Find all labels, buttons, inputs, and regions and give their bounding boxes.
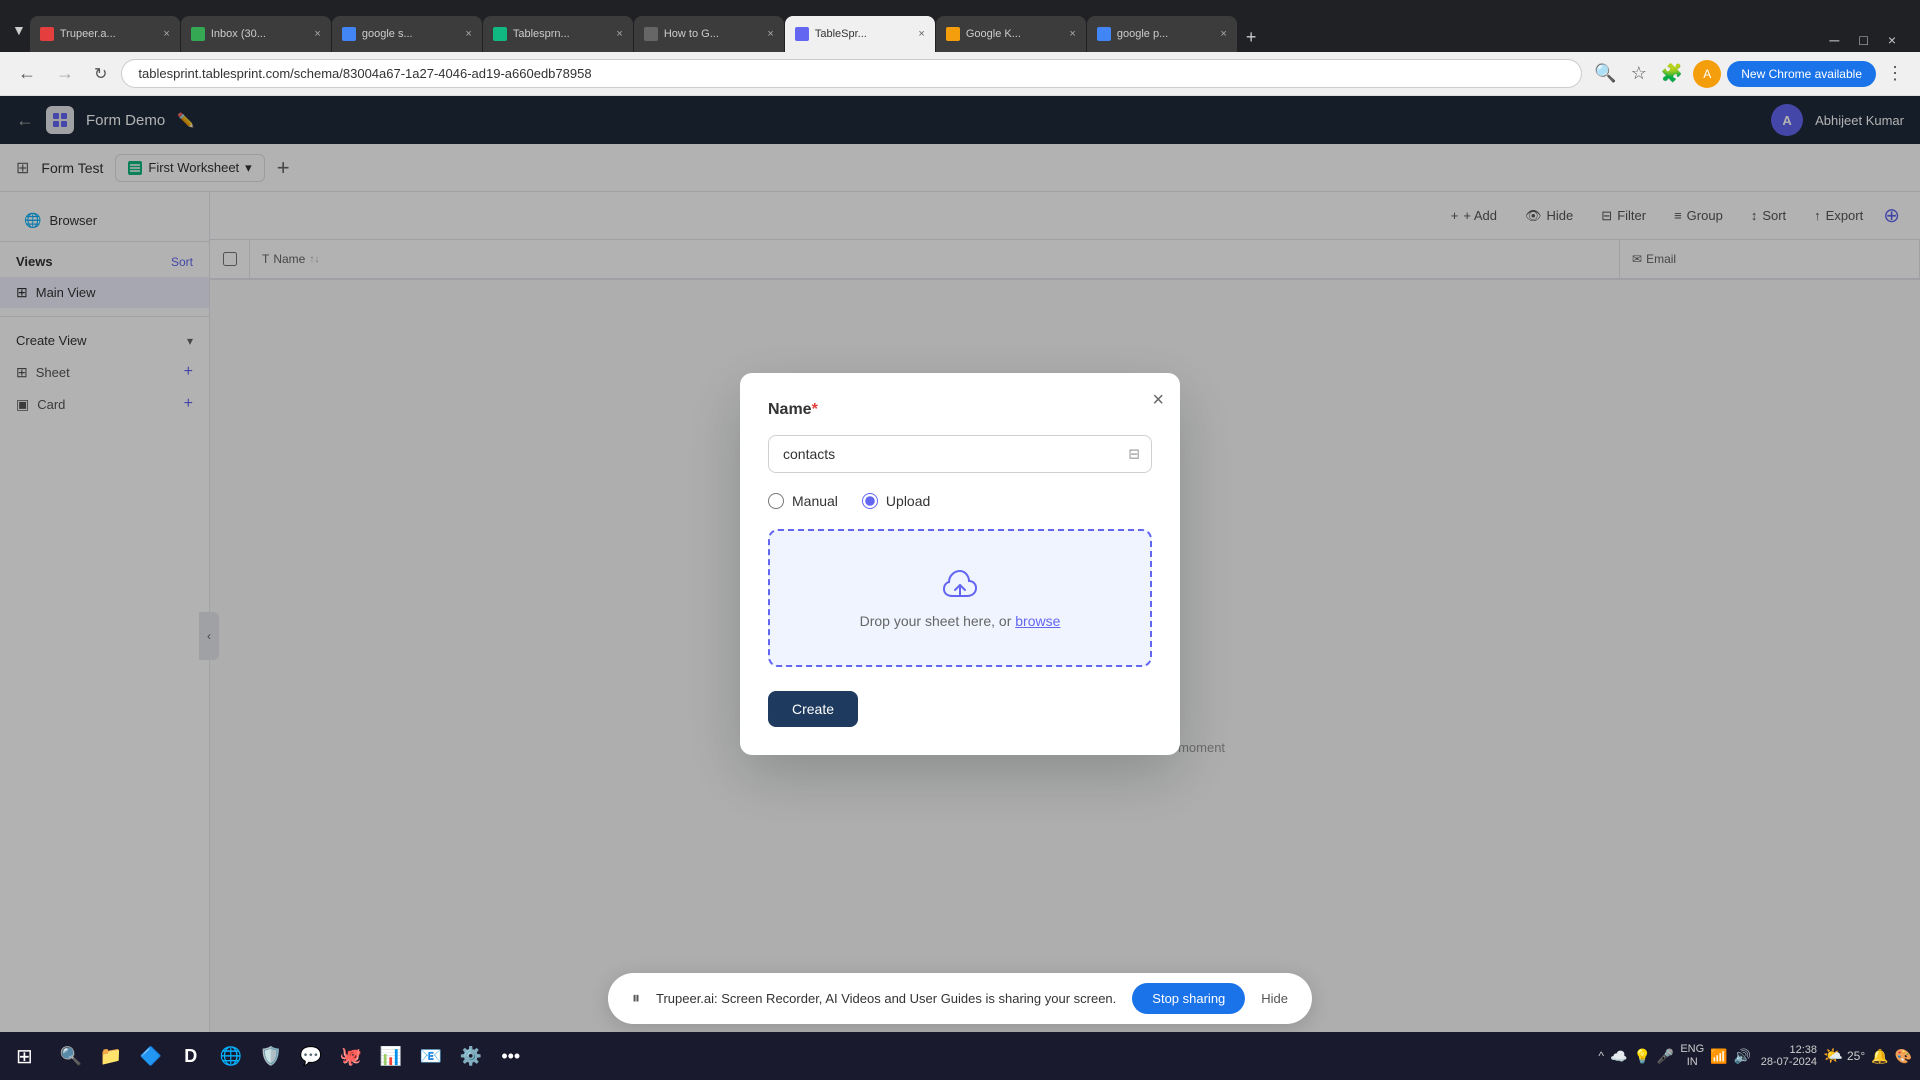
modal-title: Name* <box>768 401 1152 419</box>
required-marker: * <box>812 401 818 418</box>
new-tab-button[interactable]: + <box>1238 23 1265 52</box>
system-tray: ^ ☁️ 💡 🎤 ENG IN 📶 🔊 12:38 28-07-2024 🌤️ … <box>1598 1043 1912 1069</box>
taskbar-apps: 🔍 📁 🔷 D 🌐 🛡️ 💬 🐙 📊 📧 ⚙️ ••• <box>45 1038 1595 1074</box>
notification-icon[interactable]: 🔔 <box>1871 1048 1888 1065</box>
input-clear-icon[interactable]: ⊟ <box>1128 446 1140 463</box>
name-input-wrapper: ⊟ <box>768 435 1152 473</box>
browser-tab-2[interactable]: Inbox (30... × <box>181 16 331 52</box>
maximize-button[interactable]: □ <box>1851 28 1875 52</box>
profile-avatar-browser[interactable]: A <box>1693 60 1721 88</box>
browser-tab-5[interactable]: How to G... × <box>634 16 784 52</box>
github-button[interactable]: 🐙 <box>333 1038 369 1074</box>
extensions-button[interactable]: 🧩 <box>1657 59 1687 88</box>
url-text: tablesprint.tablesprint.com/schema/83004… <box>138 66 1565 81</box>
browse-link[interactable]: browse <box>1015 613 1060 629</box>
color-picker-icon[interactable]: 🎨 <box>1895 1048 1912 1065</box>
chrome-update-button[interactable]: New Chrome available <box>1727 61 1876 87</box>
screen-share-bar: ⏸ Trupeer.ai: Screen Recorder, AI Videos… <box>608 973 1312 1024</box>
manual-radio-label[interactable]: Manual <box>768 493 838 509</box>
browser-tab-1[interactable]: Trupeer.a... × <box>30 16 180 52</box>
file-drop-zone[interactable]: Drop your sheet here, or browse <box>768 529 1152 667</box>
dell-button[interactable]: D <box>173 1038 209 1074</box>
screen-share-text: Trupeer.ai: Screen Recorder, AI Videos a… <box>656 991 1116 1006</box>
manual-radio-input[interactable] <box>768 493 784 509</box>
network-icon[interactable]: 📶 <box>1710 1048 1727 1065</box>
language-indicator: ENG IN <box>1680 1043 1704 1069</box>
minimize-button[interactable]: ─ <box>1821 28 1847 52</box>
window-controls: ─ □ × <box>1813 28 1912 52</box>
browser-tab-3[interactable]: google s... × <box>332 16 482 52</box>
chat-button[interactable]: 💬 <box>293 1038 329 1074</box>
tab-dropdown[interactable]: ▼ <box>8 18 30 42</box>
browser-tab-6-active[interactable]: TableSpr... × <box>785 16 935 52</box>
system-icon-cloud[interactable]: ☁️ <box>1610 1048 1627 1065</box>
hide-sharing-bar-button[interactable]: Hide <box>1261 991 1288 1006</box>
search-icon-button[interactable]: 🔍 <box>1590 59 1620 88</box>
drop-zone-text: Drop your sheet here, or browse <box>860 613 1061 629</box>
upload-radio-text: Upload <box>886 493 930 509</box>
url-bar[interactable]: tablesprint.tablesprint.com/schema/83004… <box>121 59 1582 88</box>
time-display: 12:38 <box>1790 1044 1818 1056</box>
weather-temp: 25° <box>1847 1049 1865 1063</box>
refresh-button[interactable]: ↻ <box>88 60 113 88</box>
search-taskbar-button[interactable]: 🔍 <box>53 1038 89 1074</box>
close-button[interactable]: × <box>1880 28 1904 52</box>
name-input-field[interactable] <box>768 435 1152 473</box>
address-bar: ← → ↻ tablesprint.tablesprint.com/schema… <box>0 52 1920 96</box>
system-icon-mic[interactable]: 🎤 <box>1657 1048 1674 1065</box>
windows-start-button[interactable]: ⊞ <box>8 1040 41 1073</box>
bookmark-button[interactable]: ☆ <box>1627 59 1651 88</box>
pause-recording-icon[interactable]: ⏸ <box>632 990 640 1008</box>
more-apps-button[interactable]: ••• <box>493 1038 529 1074</box>
browser-tab-4[interactable]: Tablesprn... × <box>483 16 633 52</box>
upload-radio-label[interactable]: Upload <box>862 493 930 509</box>
system-icon-help[interactable]: 💡 <box>1633 1048 1650 1065</box>
stop-sharing-button[interactable]: Stop sharing <box>1132 983 1245 1014</box>
browser-chrome: ▼ Trupeer.a... × Inbox (30... × google s… <box>0 0 1920 52</box>
edge-browser-button[interactable]: 🔷 <box>133 1038 169 1074</box>
modal-close-button[interactable]: × <box>1152 389 1164 412</box>
browser-tab-8[interactable]: google p... × <box>1087 16 1237 52</box>
modal-title-text: Name <box>768 401 812 418</box>
manual-radio-text: Manual <box>792 493 838 509</box>
browser-tab-7[interactable]: Google K... × <box>936 16 1086 52</box>
tray-expand-button[interactable]: ^ <box>1598 1049 1604 1063</box>
more-menu-button[interactable]: ⋮ <box>1882 59 1908 88</box>
settings-button[interactable]: ⚙️ <box>453 1038 489 1074</box>
tab-strip: Trupeer.a... × Inbox (30... × google s..… <box>30 0 1814 52</box>
chrome-taskbar-button[interactable]: 🌐 <box>213 1038 249 1074</box>
modal-dialog: × Name* ⊟ Manual Upload <box>740 373 1180 755</box>
weather-icon: 🌤️ <box>1823 1046 1843 1066</box>
clock-display[interactable]: 12:38 28-07-2024 <box>1757 1044 1817 1068</box>
date-display: 28-07-2024 <box>1761 1056 1817 1068</box>
back-nav-button[interactable]: ← <box>12 59 42 88</box>
toolbar-icons: 🔍 ☆ 🧩 A New Chrome available ⋮ <box>1590 59 1908 88</box>
outlook-button[interactable]: 📧 <box>413 1038 449 1074</box>
upload-cloud-icon <box>940 567 980 603</box>
modal-create-button[interactable]: Create <box>768 691 858 727</box>
weather-widget[interactable]: 🌤️ 25° <box>1823 1046 1865 1066</box>
upload-radio-input[interactable] <box>862 493 878 509</box>
taskbar: ⊞ 🔍 📁 🔷 D 🌐 🛡️ 💬 🐙 📊 📧 ⚙️ ••• ^ ☁️ 💡 🎤 E… <box>0 1032 1920 1080</box>
file-explorer-button[interactable]: 📁 <box>93 1038 129 1074</box>
spreadsheet-button[interactable]: 📊 <box>373 1038 409 1074</box>
forward-nav-button[interactable]: → <box>50 59 80 88</box>
radio-group: Manual Upload <box>768 493 1152 509</box>
volume-icon[interactable]: 🔊 <box>1734 1048 1751 1065</box>
modal-overlay: × Name* ⊟ Manual Upload <box>0 96 1920 1032</box>
antivirus-button[interactable]: 🛡️ <box>253 1038 289 1074</box>
